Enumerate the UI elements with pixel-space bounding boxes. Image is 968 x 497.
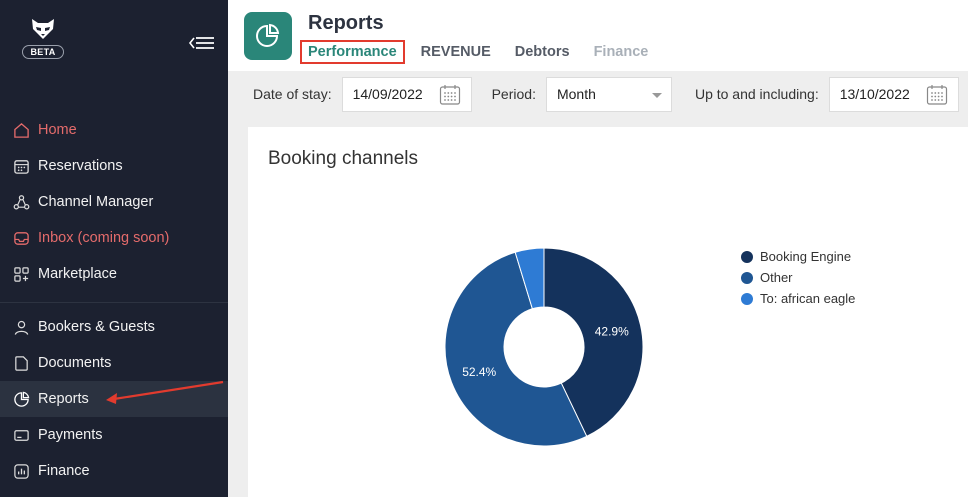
sidebar-item-label: Inbox (coming soon) (38, 230, 170, 246)
inbox-icon (12, 229, 30, 247)
legend-item[interactable]: Other (741, 267, 855, 288)
sidebar-item-label: Documents (38, 355, 112, 371)
up-to-date-field[interactable]: 13/10/2022 (828, 76, 959, 112)
sidebar-item-reports[interactable]: Reports (0, 381, 228, 417)
reports-icon (244, 12, 292, 60)
sidebar-item-label: Reports (38, 391, 89, 407)
sidebar-nav-top: Home Reservations Channel Manager Inbox … (0, 112, 228, 489)
sidebar-item-channel-manager[interactable]: Channel Manager (0, 184, 228, 220)
finance-icon (12, 462, 30, 480)
booking-channels-card: Booking channels 42.9% 52.4% Booking Engi… (248, 127, 968, 497)
apps-icon (12, 265, 30, 283)
slice-data-label: 42.9% (595, 325, 629, 339)
tab-performance[interactable]: Performance (300, 40, 405, 73)
calendar-icon[interactable] (439, 84, 461, 106)
legend-label: Booking Engine (760, 249, 852, 264)
home-icon (12, 121, 30, 139)
pie-icon (12, 390, 30, 408)
date-of-stay-label: Date of stay: (253, 86, 332, 102)
chart-title: Booking channels (268, 148, 418, 169)
sidebar: BETA Home Reservations Channel Manager I… (0, 0, 228, 497)
page-title: Reports (308, 12, 384, 34)
sidebar-item-label: Reservations (38, 158, 123, 174)
calendar-icon (12, 157, 30, 175)
sidebar-item-label: Bookers & Guests (38, 319, 155, 335)
date-of-stay-field[interactable]: 14/09/2022 (341, 76, 472, 112)
chart-legend: Booking Engine Other To: african eagle (741, 246, 855, 309)
calendar-icon[interactable] (926, 84, 948, 106)
network-icon (12, 193, 30, 211)
sidebar-item-label: Payments (38, 427, 103, 443)
document-icon (12, 354, 30, 372)
filter-bar: Date of stay: 14/09/2022 Period: Month U… (228, 71, 968, 117)
user-icon (12, 318, 30, 336)
legend-swatch (741, 271, 753, 284)
sidebar-item-bookers-guests[interactable]: Bookers & Guests (0, 309, 228, 345)
period-value: Month (556, 86, 596, 102)
legend-item[interactable]: Booking Engine (741, 246, 855, 267)
legend-label: Other (760, 270, 793, 285)
sidebar-item-finance[interactable]: Finance (0, 453, 228, 489)
date-of-stay-value: 14/09/2022 (352, 86, 423, 102)
period-select[interactable]: Month (545, 76, 672, 112)
tab-revenue[interactable]: REVENUE (413, 40, 499, 64)
app-logo[interactable]: BETA (0, 18, 86, 59)
sidebar-item-label: Home (38, 122, 77, 138)
period-label: Period: (491, 86, 536, 102)
tab-debtors[interactable]: Debtors (507, 40, 578, 64)
sidebar-item-inbox[interactable]: Inbox (coming soon) (0, 220, 228, 256)
legend-label: To: african eagle (760, 291, 856, 306)
card-icon (12, 426, 30, 444)
tab-finance[interactable]: Finance (586, 40, 657, 64)
sidebar-item-home[interactable]: Home (0, 112, 228, 148)
sidebar-item-reservations[interactable]: Reservations (0, 148, 228, 184)
sidebar-item-label: Marketplace (38, 266, 117, 282)
chevron-down-icon (651, 92, 662, 98)
sidebar-item-documents[interactable]: Documents (0, 345, 228, 381)
legend-swatch (741, 250, 753, 263)
up-to-date-value: 13/10/2022 (839, 86, 910, 102)
report-tabs: Performance REVENUE Debtors Finance (300, 40, 664, 73)
raccoon-logo-icon (32, 19, 54, 39)
sidebar-item-label: Finance (38, 463, 90, 479)
donut-chart: 42.9% 52.4% (444, 247, 644, 447)
legend-swatch (741, 292, 753, 305)
up-to-label: Up to and including: (694, 86, 819, 102)
slice-data-label: 52.4% (462, 365, 496, 379)
collapse-menu-icon[interactable] (188, 33, 216, 53)
legend-item[interactable]: To: african eagle (741, 288, 855, 309)
sidebar-item-payments[interactable]: Payments (0, 417, 228, 453)
sidebar-item-marketplace[interactable]: Marketplace (0, 256, 228, 292)
beta-badge: BETA (22, 45, 64, 59)
sidebar-divider (0, 302, 228, 303)
page-header: Reports Performance REVENUE Debtors Fina… (228, 0, 968, 73)
sidebar-item-label: Channel Manager (38, 194, 154, 210)
